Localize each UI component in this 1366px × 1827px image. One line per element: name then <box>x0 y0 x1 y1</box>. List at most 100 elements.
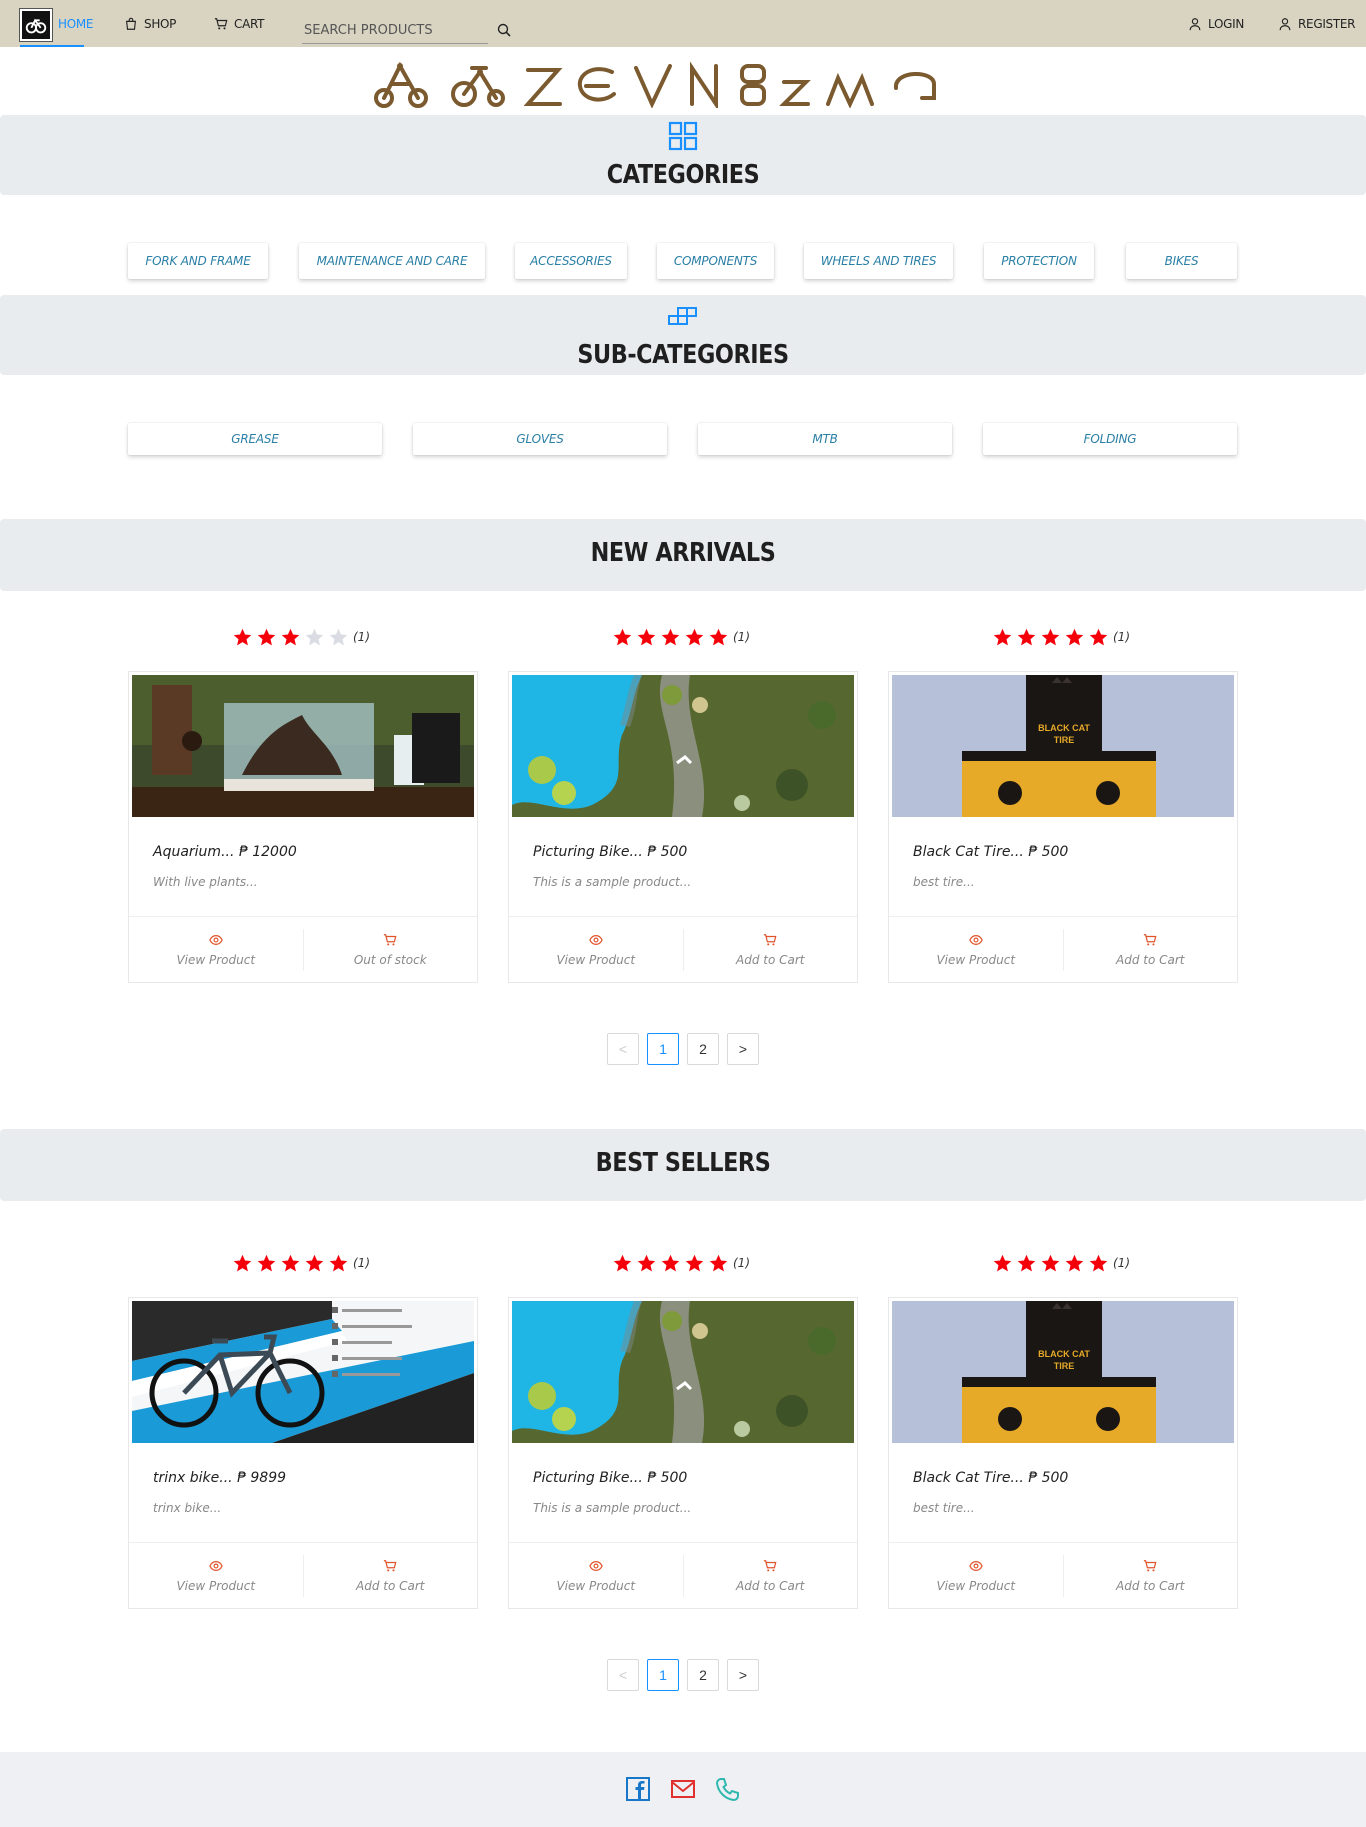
category-button[interactable]: COMPONENTS <box>657 243 774 279</box>
pagination-page[interactable]: 1 <box>647 1659 679 1691</box>
product-image[interactable] <box>132 1301 474 1443</box>
cart-icon <box>764 1560 777 1572</box>
product-image[interactable] <box>512 675 854 817</box>
product-rating: (1) <box>612 1251 750 1275</box>
star-filled-icon <box>281 628 300 645</box>
star-filled-icon <box>1017 1254 1036 1271</box>
blocks-icon <box>668 307 697 325</box>
add-to-cart-button[interactable]: Add to Cart <box>302 1555 478 1597</box>
nav-home-label: HOME <box>58 17 94 31</box>
rating-count: (1) <box>353 630 370 644</box>
category-button[interactable]: WHEELS AND TIRES <box>804 243 953 279</box>
subcategory-button[interactable]: MTB <box>698 423 952 455</box>
product-actions: View Product Add to Cart <box>129 1542 477 1609</box>
rating-count: (1) <box>733 630 750 644</box>
category-button[interactable]: MAINTENANCE AND CARE <box>299 243 485 279</box>
nav-cart-label: CART <box>234 17 265 31</box>
view-product-button[interactable]: View Product <box>509 929 683 971</box>
view-product-label: View Product <box>936 953 1016 967</box>
add-to-cart-button[interactable]: Add to Cart <box>1062 929 1238 971</box>
star-filled-icon <box>637 1254 656 1271</box>
star-filled-icon <box>329 1254 348 1271</box>
mail-icon[interactable] <box>670 1776 696 1802</box>
nav-shop[interactable]: SHOP <box>124 14 176 34</box>
product-image[interactable] <box>512 1301 854 1443</box>
star-filled-icon <box>1041 628 1060 645</box>
product-title: Black Cat Tire... ₱ 500 <box>913 1470 1069 1486</box>
nav-login[interactable]: LOGIN <box>1188 14 1244 34</box>
nav-cart[interactable]: CART <box>214 14 264 34</box>
pagination-prev[interactable]: < <box>607 1659 639 1691</box>
view-product-button[interactable]: View Product <box>509 1555 683 1597</box>
product-card: Picturing Bike... ₱ 500 This is a sample … <box>508 671 858 983</box>
star-filled-icon <box>993 628 1012 645</box>
star-filled-icon <box>305 1254 324 1271</box>
star-filled-icon <box>993 1254 1012 1271</box>
pagination-page[interactable]: 2 <box>687 1033 719 1065</box>
view-product-button[interactable]: View Product <box>129 929 303 971</box>
svg-text:BLACK CAT: BLACK CAT <box>1038 723 1090 733</box>
cart-icon <box>1144 934 1157 946</box>
view-product-label: View Product <box>936 1579 1016 1593</box>
nav-register[interactable]: REGISTER <box>1278 14 1356 34</box>
category-button[interactable]: ACCESSORIES <box>515 243 627 279</box>
product-card: trinx bike... ₱ 9899 trinx bike... View Pr… <box>128 1297 478 1609</box>
phone-icon[interactable] <box>714 1776 740 1802</box>
add-to-cart-button[interactable]: Add to Cart <box>682 929 858 971</box>
site-logo[interactable] <box>19 8 53 42</box>
view-product-button[interactable]: View Product <box>889 1555 1063 1597</box>
cart-icon <box>384 1560 397 1572</box>
facebook-icon[interactable] <box>625 1776 651 1802</box>
pagination-prev[interactable]: < <box>607 1033 639 1065</box>
svg-text:TIRE: TIRE <box>1054 735 1075 745</box>
star-filled-icon <box>709 628 728 645</box>
pagination-page[interactable]: 2 <box>687 1659 719 1691</box>
star-filled-icon <box>661 1254 680 1271</box>
subcategory-button[interactable]: FOLDING <box>983 423 1237 455</box>
product-actions: View Product Add to Cart <box>889 916 1237 983</box>
star-filled-icon <box>637 628 656 645</box>
product-image[interactable]: BLACK CAT TIRE <box>892 1301 1234 1443</box>
search-input[interactable] <box>302 18 488 44</box>
add-to-cart-button[interactable]: Add to Cart <box>1062 1555 1238 1597</box>
eye-icon <box>968 1561 983 1571</box>
pagination-next[interactable]: > <box>727 1659 759 1691</box>
nav-shop-label: SHOP <box>144 17 177 31</box>
nav-home[interactable]: HOME <box>58 14 94 34</box>
nav-login-label: LOGIN <box>1208 17 1245 31</box>
star-filled-icon <box>685 1254 704 1271</box>
star-filled-icon <box>1065 628 1084 645</box>
product-image[interactable]: BLACK CAT TIRE <box>892 675 1234 817</box>
subcategory-button[interactable]: GREASE <box>128 423 382 455</box>
product-title: Picturing Bike... ₱ 500 <box>533 1470 688 1486</box>
product-rating: (1) <box>612 625 750 649</box>
add-to-cart-label: Add to Cart <box>356 1579 425 1593</box>
product-image[interactable] <box>132 675 474 817</box>
eye-icon <box>208 1561 223 1571</box>
eye-icon <box>588 1561 603 1571</box>
view-product-label: View Product <box>556 953 636 967</box>
cart-icon <box>1144 1560 1157 1572</box>
pagination-next[interactable]: > <box>727 1033 759 1065</box>
category-button[interactable]: BIKES <box>1126 243 1237 279</box>
star-filled-icon <box>1089 628 1108 645</box>
product-actions: View Product Add to Cart <box>509 916 857 983</box>
star-filled-icon <box>233 628 252 645</box>
view-product-button[interactable]: View Product <box>129 1555 303 1597</box>
add-to-cart-label: Add to Cart <box>736 1579 805 1593</box>
product-actions: View Product Add to Cart <box>509 1542 857 1609</box>
search-icon[interactable] <box>496 22 512 38</box>
nav-register-label: REGISTER <box>1298 17 1356 31</box>
category-button[interactable]: FORK AND FRAME <box>128 243 268 279</box>
view-product-button[interactable]: View Product <box>889 929 1063 971</box>
svg-text:TIRE: TIRE <box>1054 1361 1075 1371</box>
add-to-cart-button[interactable]: Out of stock <box>302 929 478 971</box>
eye-icon <box>968 935 983 945</box>
subcategory-button[interactable]: GLOVES <box>413 423 667 455</box>
star-filled-icon <box>613 628 632 645</box>
pagination-page[interactable]: 1 <box>647 1033 679 1065</box>
product-rating: (1) <box>232 1251 370 1275</box>
product-actions: View Product Add to Cart <box>889 1542 1237 1609</box>
category-button[interactable]: PROTECTION <box>984 243 1094 279</box>
add-to-cart-button[interactable]: Add to Cart <box>682 1555 858 1597</box>
